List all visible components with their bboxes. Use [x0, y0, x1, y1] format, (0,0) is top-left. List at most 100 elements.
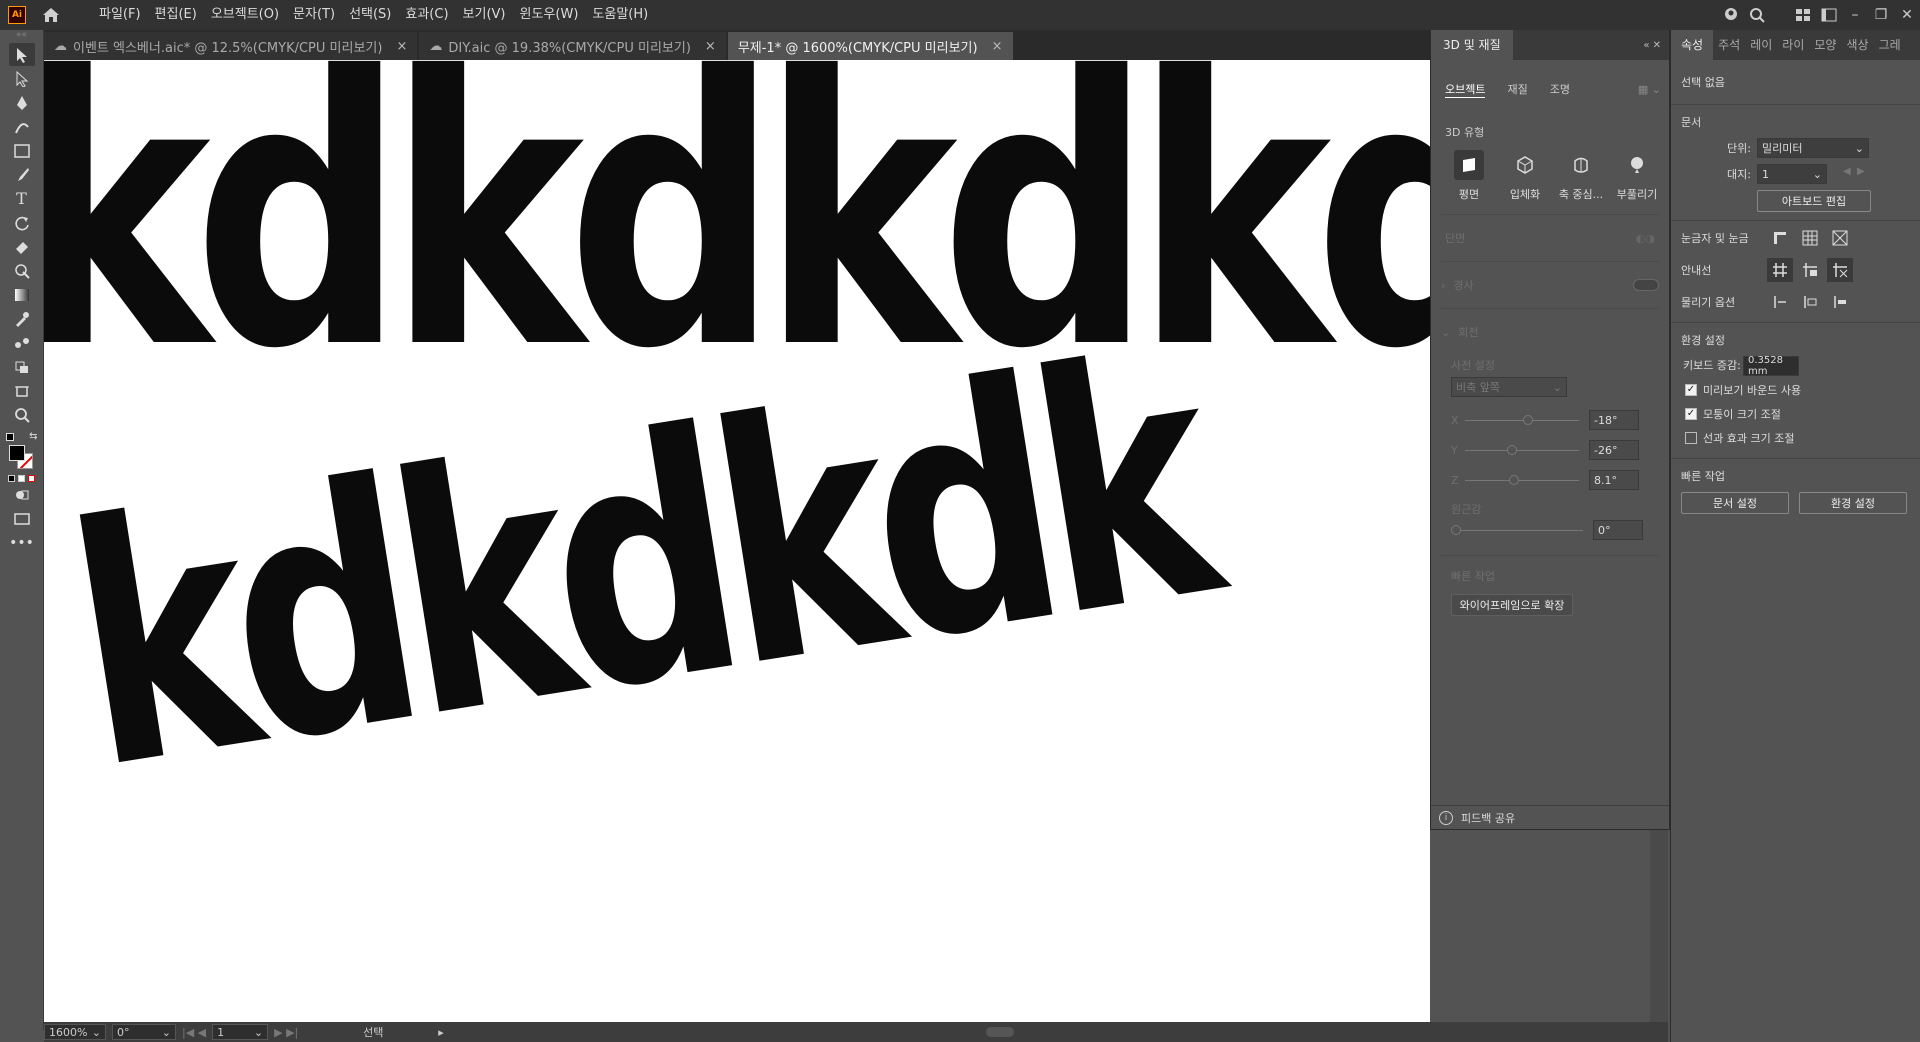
last-artboard-icon[interactable]: ▶ ▶|	[274, 1026, 298, 1039]
perspective-field[interactable]: 0°	[1593, 520, 1643, 540]
snap-to-glyph-icon[interactable]	[1827, 290, 1853, 314]
home-icon[interactable]	[40, 4, 62, 26]
none-mode-icon[interactable]	[28, 475, 35, 482]
edit-toolbar-icon[interactable]: •••	[9, 531, 35, 554]
tab-materials[interactable]: 재질	[1507, 81, 1527, 97]
menu-object[interactable]: 오브젝트(O)	[204, 0, 286, 30]
chevron-down-icon[interactable]: ⌄	[1441, 326, 1450, 339]
tab-lighting[interactable]: 조명	[1550, 81, 1570, 97]
gradient-tool-icon[interactable]	[9, 283, 35, 306]
guides-icon[interactable]	[1767, 258, 1793, 282]
tab-color[interactable]: 색상	[1841, 30, 1873, 60]
menu-window[interactable]: 윈도우(W)	[513, 0, 586, 30]
screen-mode-icon[interactable]	[9, 507, 35, 530]
color-mode-icon[interactable]	[8, 475, 15, 482]
default-colors-icon[interactable]	[5, 433, 14, 441]
panel-collapse-icon[interactable]: ««	[0, 30, 43, 42]
search-icon[interactable]	[1744, 4, 1770, 26]
grid-icon[interactable]	[1797, 226, 1823, 250]
pen-tool-icon[interactable]	[9, 91, 35, 114]
artboard-field[interactable]: 1 ⌄	[212, 1024, 269, 1040]
scale-corners-checkbox[interactable]: ✓ 모퉁이 크기 조절	[1685, 402, 1781, 426]
arrange-documents-icon[interactable]	[1790, 4, 1816, 26]
tab-close-icon[interactable]: ×	[992, 39, 1003, 54]
status-menu-icon[interactable]: ▸	[438, 1026, 444, 1039]
z-slider[interactable]	[1465, 474, 1579, 485]
tab-close-icon[interactable]: ×	[705, 39, 716, 54]
keyboard-increment-field[interactable]: 0.3528 mm	[1743, 355, 1799, 377]
symbol-sprayer-tool-icon[interactable]	[9, 355, 35, 378]
artboard-select[interactable]: 1 ⌄	[1757, 164, 1827, 184]
tab-close-icon[interactable]: ×	[396, 39, 407, 54]
fill-swatch[interactable]	[8, 445, 25, 461]
document-setup-button[interactable]: 문서 설정	[1681, 492, 1789, 514]
preview-bounds-checkbox[interactable]: ✓ 미리보기 바운드 사용	[1685, 378, 1801, 402]
minimize-icon[interactable]: –	[1842, 4, 1868, 26]
document-tab-active[interactable]: 무제-1* @ 1600%(CMYK/CPU 미리보기) ×	[727, 32, 1013, 60]
rotate-view-field[interactable]: 0° ⌄	[112, 1024, 176, 1040]
type-extrude[interactable]: 입체화	[1497, 150, 1553, 202]
y-field[interactable]: -26°	[1589, 440, 1639, 460]
x-slider[interactable]	[1465, 414, 1579, 425]
preset-select[interactable]: 비축 앞쪽 ⌄	[1451, 377, 1567, 397]
bevel-toggle[interactable]	[1633, 279, 1659, 291]
type-plane[interactable]: 평면	[1441, 150, 1497, 202]
y-slider[interactable]	[1465, 444, 1579, 455]
close-icon[interactable]: ✕	[1894, 4, 1920, 26]
zoom-field[interactable]: 1600% ⌄	[44, 1024, 106, 1040]
fill-stroke-swatches[interactable]: ⇆	[5, 431, 38, 473]
tab-appearance[interactable]: 모양	[1809, 30, 1841, 60]
direct-selection-tool-icon[interactable]	[9, 67, 35, 90]
document-tab[interactable]: ☁ DIY.aic @ 19.38%(CMYK/CPU 미리보기) ×	[419, 32, 726, 60]
gradient-mode-icon[interactable]	[18, 475, 25, 482]
rectangle-tool-icon[interactable]	[9, 139, 35, 162]
type-tool-icon[interactable]: T	[9, 187, 35, 210]
menu-view[interactable]: 보기(V)	[456, 0, 513, 30]
menu-effect[interactable]: 효과(C)	[398, 0, 455, 30]
draw-mode-icon[interactable]	[9, 483, 35, 506]
swap-colors-icon[interactable]: ⇆	[29, 431, 37, 442]
rotate-tool-icon[interactable]	[9, 211, 35, 234]
curvature-tool-icon[interactable]	[9, 115, 35, 138]
canvas-text-line-1[interactable]: kdkdkdkdk	[44, 60, 1430, 400]
menu-help[interactable]: 도움말(H)	[585, 0, 655, 30]
snap-to-pixel-icon[interactable]	[1797, 290, 1823, 314]
artboard-tool-icon[interactable]	[9, 379, 35, 402]
expand-wireframe-button[interactable]: 와이어프레임으로 확장	[1451, 594, 1573, 616]
eraser-tool-icon[interactable]	[9, 235, 35, 258]
blend-tool-icon[interactable]	[9, 331, 35, 354]
zoom-tool-icon[interactable]	[9, 403, 35, 426]
scale-strokes-checkbox[interactable]: 선과 효과 크기 조절	[1685, 426, 1794, 450]
document-tab[interactable]: ☁ 이벤트 엑스베너.aic* @ 12.5%(CMYK/CPU 미리보기) ×	[44, 32, 418, 60]
x-field[interactable]: -18°	[1589, 410, 1639, 430]
snap-to-point-icon[interactable]	[1767, 290, 1793, 314]
tab-properties[interactable]: 속성	[1671, 30, 1714, 60]
shape-builder-tool-icon[interactable]	[9, 259, 35, 282]
unit-select[interactable]: 밀리미터 ⌄	[1757, 138, 1869, 158]
preferences-button[interactable]: 환경 설정	[1799, 492, 1907, 514]
z-field[interactable]: 8.1°	[1589, 470, 1639, 490]
ruler-icon[interactable]	[1767, 226, 1793, 250]
artboard-canvas[interactable]: kdkdkdkdk kdkdkdk	[44, 60, 1430, 1022]
menu-select[interactable]: 선택(S)	[342, 0, 398, 30]
chevron-right-icon[interactable]: ›	[1441, 279, 1445, 292]
transparency-grid-icon[interactable]	[1827, 226, 1853, 250]
tab-libraries[interactable]: 라이	[1777, 30, 1809, 60]
paintbrush-tool-icon[interactable]	[9, 163, 35, 186]
workspace-icon[interactable]	[1816, 4, 1842, 26]
tab-object[interactable]: 오브젝트	[1445, 81, 1486, 98]
tab-annotations[interactable]: 주석	[1713, 30, 1745, 60]
selection-tool-icon[interactable]	[8, 43, 35, 66]
type-revolve[interactable]: 축 중심...	[1553, 150, 1609, 202]
edit-artboard-button[interactable]: 아트보드 편집	[1757, 190, 1871, 212]
render-settings-icon[interactable]: ▦ ⌄	[1638, 83, 1661, 96]
type-inflate[interactable]: 부풀리기	[1609, 150, 1665, 202]
panel-collapse-icon[interactable]: « ✕	[1643, 40, 1661, 51]
horizontal-scrollbar[interactable]	[456, 1026, 1668, 1038]
restore-icon[interactable]: ❐	[1868, 4, 1894, 26]
cap-toggle-icon[interactable]: ◐◑	[1636, 232, 1655, 245]
artboard-nav-icon[interactable]: ◀ ▶	[1843, 166, 1865, 177]
perspective-slider[interactable]	[1451, 524, 1583, 535]
first-artboard-icon[interactable]: |◀ ◀	[182, 1026, 206, 1039]
lock-guides-icon[interactable]	[1797, 258, 1823, 282]
